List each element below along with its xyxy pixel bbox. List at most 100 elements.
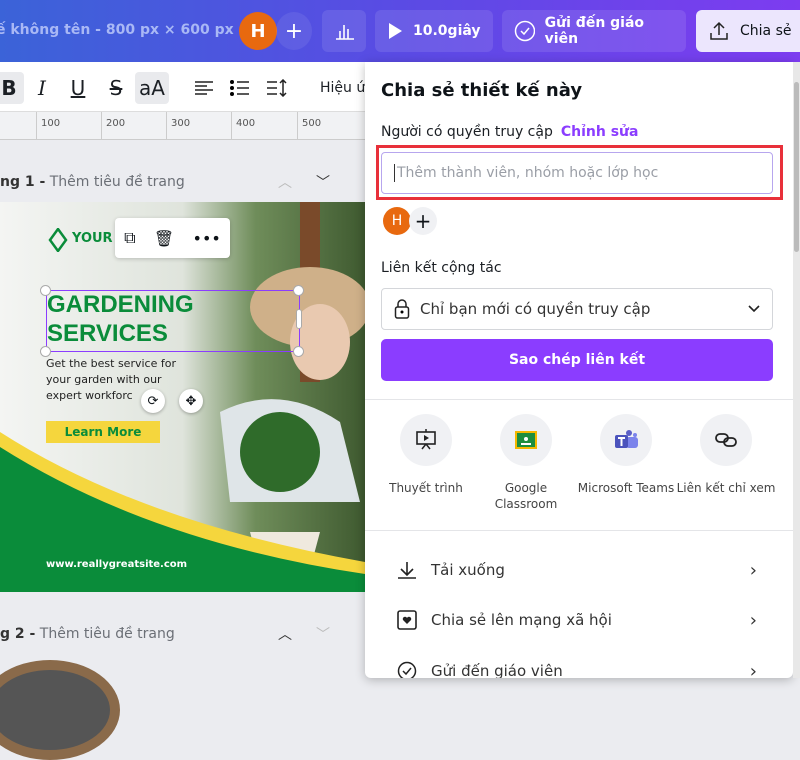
check-circle-icon (514, 20, 535, 42)
learn-more-button: Learn More (46, 421, 160, 443)
headline-line: SERVICES (47, 320, 168, 347)
copy-link-button[interactable]: Sao chép liên kết (381, 339, 773, 381)
ruler-label: 300 (171, 118, 191, 129)
chevron-down-icon[interactable]: ﹀ (316, 172, 330, 192)
divider (365, 399, 793, 400)
logo-leaf-icon (48, 228, 68, 252)
panel-title: Chia sẻ thiết kế này (381, 80, 583, 101)
italic-button[interactable]: I (30, 72, 54, 104)
edit-link[interactable]: Chỉnh sửa (561, 124, 639, 140)
option-present[interactable]: Thuyết trình (376, 414, 476, 496)
option-label: Google Classroom (494, 481, 558, 511)
row-send-teacher[interactable]: Gửi đến giáo viên › (397, 656, 757, 678)
body-line: Get the best service for (46, 357, 176, 370)
side-handle[interactable] (296, 309, 302, 329)
page-title[interactable]: Thêm tiêu đề trang (40, 626, 175, 642)
access-label: Người có quyền truy cập Chỉnh sửa (381, 124, 638, 140)
add-member-button[interactable]: + (409, 207, 437, 235)
strikethrough-button[interactable]: S (104, 72, 128, 104)
row-label: Tải xuống (431, 561, 505, 579)
lock-icon (394, 299, 410, 319)
body-line: your garden with our (46, 373, 162, 386)
option-label: Microsoft Teams (577, 481, 675, 495)
present-icon (416, 429, 436, 450)
element-toolbar: ⧉ 🗑 ••• (115, 218, 230, 258)
google-classroom-icon (515, 431, 537, 449)
line-spacing-icon (267, 79, 287, 97)
analytics-button[interactable] (322, 10, 366, 52)
bold-button[interactable]: B (0, 72, 24, 104)
align-left-icon (195, 81, 213, 95)
chevron-down-icon[interactable]: ﹀ (316, 624, 330, 644)
effects-button[interactable]: Hiệu ứ (320, 72, 365, 104)
trash-icon[interactable]: 🗑 (154, 229, 174, 248)
page-2-header: g 2 - Thêm tiêu đề trang ︿ ﹀ (0, 619, 365, 649)
option-label: Thuyết trình (389, 481, 463, 495)
chevron-down-icon (748, 305, 760, 313)
upload-icon (710, 21, 728, 40)
row-social[interactable]: Chia sẻ lên mạng xã hội › (397, 605, 757, 635)
option-label: Liên kết chỉ xem (676, 481, 776, 495)
member-avatar[interactable]: H (383, 207, 411, 235)
design-title[interactable]: ế không tên - 800 px × 600 px (0, 22, 234, 38)
download-icon (398, 562, 416, 579)
panel-scrollbar[interactable] (793, 62, 800, 678)
send-teacher-label: Gửi đến giáo viên (544, 15, 645, 47)
chevron-up-icon[interactable]: ︿ (278, 172, 292, 192)
play-icon (389, 23, 402, 39)
row-label: Gửi đến giáo viên (431, 662, 563, 678)
more-icon[interactable]: ••• (193, 229, 221, 248)
design-canvas[interactable]: YOUR ⧉ 🗑 ••• GARDENING SERVICES Get the b… (0, 202, 365, 592)
access-value: Chỉ bạn mới có quyền truy cập (420, 300, 651, 318)
social-icon (397, 610, 417, 630)
align-button[interactable] (192, 72, 216, 104)
chevron-right-icon: › (749, 559, 757, 581)
page-2-thumbnail (0, 660, 120, 760)
website-url: www.reallygreatsite.com (46, 559, 188, 570)
option-view-link[interactable]: Liên kết chỉ xem (676, 414, 776, 496)
add-member-input[interactable]: Thêm thành viên, nhóm hoặc lớp học (381, 152, 773, 194)
headline: GARDENING SERVICES (47, 290, 194, 348)
row-download[interactable]: Tải xuống › (397, 555, 757, 585)
bar-chart-icon (336, 25, 354, 40)
option-google-classroom[interactable]: Google Classroom (476, 414, 576, 512)
logo-text: YOUR (72, 231, 113, 246)
page-number: g 2 - (0, 626, 36, 642)
bullet-list-icon (230, 80, 249, 96)
list-button[interactable] (228, 72, 252, 104)
ruler-label: 400 (236, 118, 256, 129)
underline-button[interactable]: U (66, 72, 90, 104)
case-button[interactable]: aA (135, 72, 169, 104)
check-circle-icon (397, 661, 417, 678)
duplicate-icon[interactable]: ⧉ (124, 228, 135, 248)
share-panel: Chia sẻ thiết kế này Người có quyền truy… (365, 62, 793, 678)
resize-handle[interactable] (40, 285, 51, 296)
chevron-up-icon[interactable]: ︿ (278, 624, 292, 644)
top-bar: ế không tên - 800 px × 600 px H + 10.0gi… (0, 0, 800, 62)
option-teams[interactable]: Microsoft Teams (576, 414, 676, 496)
scrollbar-thumb[interactable] (794, 82, 799, 252)
share-button[interactable]: Chia sẻ (696, 10, 800, 52)
resize-handle[interactable] (293, 346, 304, 357)
send-teacher-button[interactable]: Gửi đến giáo viên (502, 10, 686, 52)
ruler-label: 200 (106, 118, 126, 129)
teams-icon (615, 430, 638, 448)
play-button[interactable]: 10.0giây (375, 10, 493, 52)
row-label: Chia sẻ lên mạng xã hội (431, 611, 612, 629)
invite-button[interactable]: + (276, 12, 312, 50)
share-label: Chia sẻ (740, 23, 792, 39)
access-select[interactable]: Chỉ bạn mới có quyền truy cập (381, 288, 773, 330)
page-title[interactable]: Thêm tiêu đề trang (50, 174, 185, 190)
user-avatar[interactable]: H (239, 12, 277, 50)
move-icon[interactable]: ✥ (179, 389, 203, 413)
rotate-icon[interactable]: ⟳ (141, 389, 165, 413)
headline-line: GARDENING (47, 291, 194, 318)
ruler-label: 500 (302, 118, 322, 129)
chevron-right-icon: › (749, 609, 757, 631)
spacing-button[interactable] (264, 72, 290, 104)
resize-handle[interactable] (293, 285, 304, 296)
chevron-right-icon: › (749, 660, 757, 679)
access-label-text: Người có quyền truy cập (381, 124, 553, 140)
duration-label: 10.0giây (413, 23, 481, 39)
page-number: ng 1 - (0, 174, 46, 190)
